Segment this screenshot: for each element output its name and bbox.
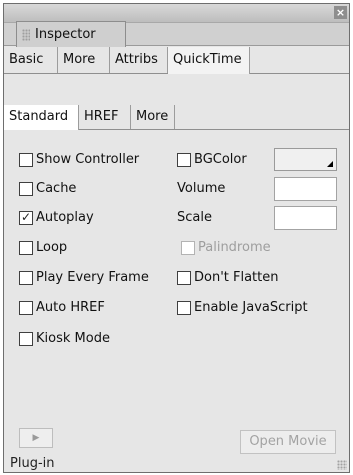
tab-standard[interactable]: Standard xyxy=(4,105,79,130)
palindrome-label: Palindrome xyxy=(198,240,271,255)
play-icon: ▶ xyxy=(32,433,40,443)
bgcolor-checkbox[interactable] xyxy=(177,153,191,167)
play-button[interactable]: ▶ xyxy=(19,428,53,448)
autoplay-checkbox[interactable]: ✓ xyxy=(19,210,33,225)
bgcolor-swatch[interactable] xyxy=(274,148,337,171)
show-controller-label: Show Controller xyxy=(36,152,140,167)
dropdown-arrow-icon xyxy=(321,161,333,167)
enable-javascript-checkbox[interactable] xyxy=(177,301,191,315)
volume-label: Volume xyxy=(177,181,226,196)
enable-javascript-label: Enable JavaScript xyxy=(194,300,308,315)
tab-quicktime[interactable]: QuickTime xyxy=(168,47,250,74)
option-bgcolor[interactable]: BGColor xyxy=(177,151,247,169)
option-autoplay[interactable]: ✓ Autoplay xyxy=(19,209,94,227)
tab-basic[interactable]: Basic xyxy=(4,47,58,73)
bgcolor-label: BGColor xyxy=(194,152,247,167)
panel-title: Inspector xyxy=(35,27,96,42)
show-controller-checkbox[interactable] xyxy=(19,153,33,167)
tab-href[interactable]: HREF xyxy=(79,105,131,129)
auto-href-label: Auto HREF xyxy=(36,300,105,315)
close-icon[interactable]: × xyxy=(334,6,347,19)
auto-href-checkbox[interactable] xyxy=(19,301,33,315)
dont-flatten-checkbox[interactable] xyxy=(177,271,191,285)
dont-flatten-label: Don't Flatten xyxy=(194,270,279,285)
option-kiosk-mode[interactable]: Kiosk Mode xyxy=(19,330,110,348)
option-play-every-frame[interactable]: Play Every Frame xyxy=(19,269,149,287)
play-every-frame-checkbox[interactable] xyxy=(19,271,33,285)
tab-more-secondary[interactable]: More xyxy=(131,105,175,129)
status-plugin: Plug-in xyxy=(10,456,55,471)
secondary-tabs: Standard HREF More xyxy=(4,105,349,130)
palindrome-checkbox xyxy=(181,241,195,255)
option-auto-href[interactable]: Auto HREF xyxy=(19,299,105,317)
kiosk-mode-checkbox[interactable] xyxy=(19,332,33,346)
autoplay-label: Autoplay xyxy=(36,210,94,225)
grip-icon[interactable] xyxy=(22,29,30,41)
checkmark-icon: ✓ xyxy=(21,210,32,224)
tab-attribs[interactable]: Attribs xyxy=(110,47,168,73)
scale-input[interactable] xyxy=(274,206,337,230)
scale-label: Scale xyxy=(177,210,212,225)
option-dont-flatten[interactable]: Don't Flatten xyxy=(177,269,279,287)
resize-grip-icon[interactable] xyxy=(337,460,347,470)
play-every-frame-label: Play Every Frame xyxy=(36,270,149,285)
inspector-window: × Inspector Basic More Attribs QuickTime… xyxy=(3,3,350,473)
option-palindrome: Palindrome xyxy=(181,239,271,257)
loop-checkbox[interactable] xyxy=(19,241,33,255)
option-show-controller[interactable]: Show Controller xyxy=(19,151,139,169)
option-loop[interactable]: Loop xyxy=(19,239,67,257)
open-movie-button[interactable]: Open Movie xyxy=(240,430,336,454)
kiosk-mode-label: Kiosk Mode xyxy=(36,331,110,346)
cache-checkbox[interactable] xyxy=(19,182,33,196)
option-enable-javascript[interactable]: Enable JavaScript xyxy=(177,299,308,317)
panel-tab-inspector[interactable]: Inspector xyxy=(16,21,126,48)
volume-input[interactable] xyxy=(274,177,337,201)
loop-label: Loop xyxy=(36,240,68,255)
cache-label: Cache xyxy=(36,181,77,196)
option-cache[interactable]: Cache xyxy=(19,180,76,198)
primary-tabs: Basic More Attribs QuickTime xyxy=(4,47,349,74)
tab-more[interactable]: More xyxy=(58,47,110,73)
